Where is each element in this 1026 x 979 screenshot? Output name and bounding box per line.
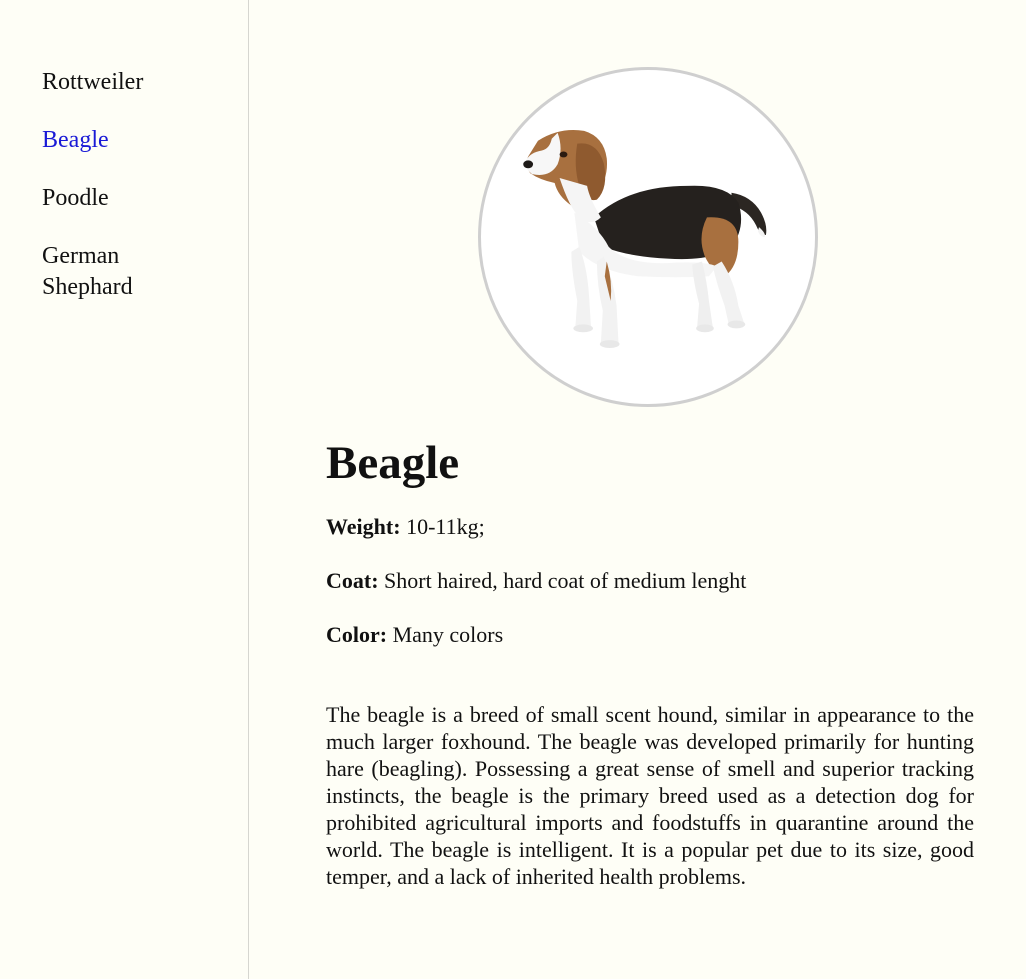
nav-item-beagle[interactable]: Beagle bbox=[42, 125, 212, 156]
coat-label: Coat: bbox=[326, 568, 379, 593]
beagle-dog-icon bbox=[523, 130, 767, 349]
color-row: Color: Many colors bbox=[326, 621, 974, 648]
nav-item-german-shephard[interactable]: German Shephard bbox=[42, 241, 212, 303]
color-label: Color: bbox=[326, 622, 388, 647]
color-value: Many colors bbox=[392, 622, 504, 647]
sidebar: Rottweiler Beagle Poodle German Shephard bbox=[0, 0, 249, 979]
nav-item-rottweiler[interactable]: Rottweiler bbox=[42, 67, 212, 98]
breed-detail: Beagle Weight: 10-11kg; Coat: Short hair… bbox=[250, 0, 1026, 979]
coat-value: Short haired, hard coat of medium lenght bbox=[384, 568, 747, 593]
weight-value: 10-11kg; bbox=[406, 514, 485, 539]
coat-row: Coat: Short haired, hard coat of medium … bbox=[326, 567, 974, 594]
weight-label: Weight: bbox=[326, 514, 401, 539]
breed-nav: Rottweiler Beagle Poodle German Shephard bbox=[42, 67, 212, 330]
weight-row: Weight: 10-11kg; bbox=[326, 513, 974, 540]
breed-description: The beagle is a breed of small scent hou… bbox=[326, 702, 974, 889]
breed-title: Beagle bbox=[326, 437, 460, 489]
breed-info: Beagle Weight: 10-11kg; Coat: Short hair… bbox=[326, 432, 974, 912]
nav-item-poodle[interactable]: Poodle bbox=[42, 183, 212, 214]
beagle-photo bbox=[478, 67, 818, 407]
